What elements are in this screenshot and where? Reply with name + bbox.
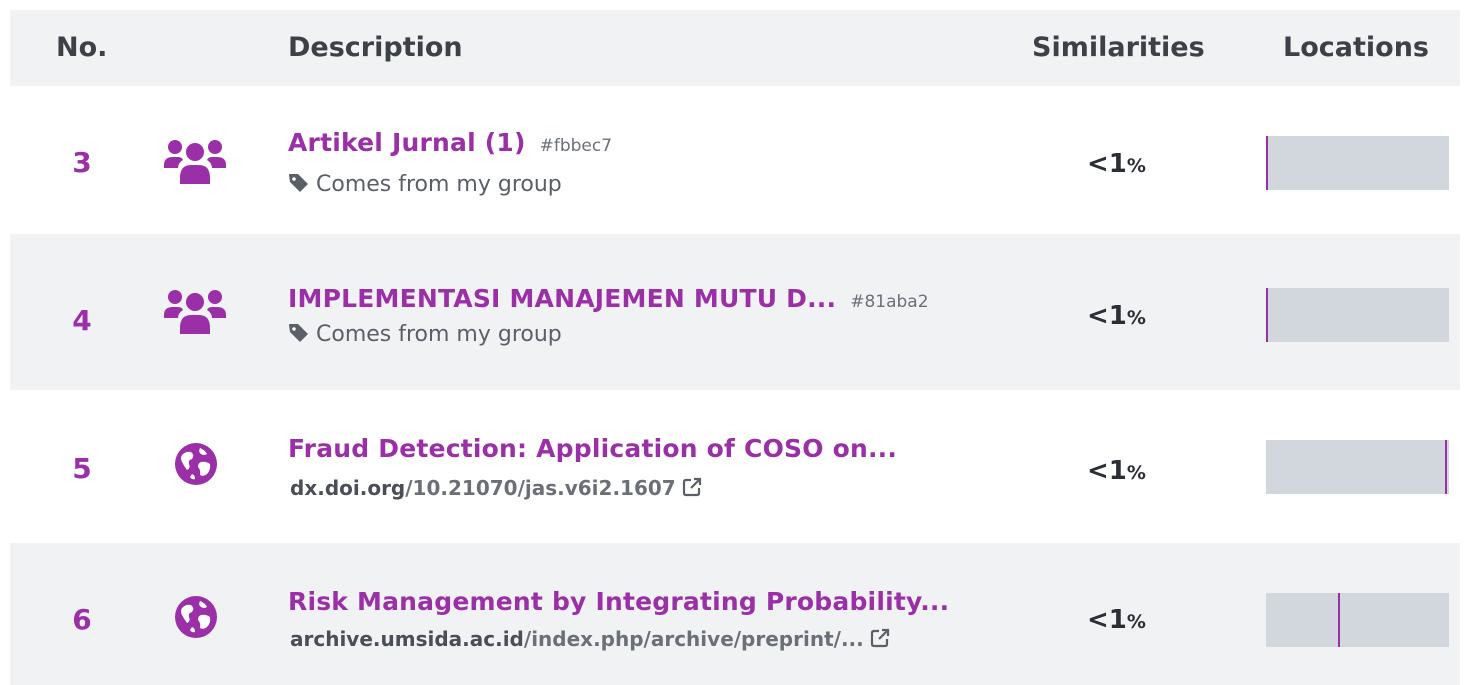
source-number: 6 — [72, 603, 92, 636]
source-number: 3 — [72, 146, 92, 179]
source-origin-label: Comes from my group — [316, 172, 562, 197]
location-marker — [1445, 440, 1447, 494]
globe-icon — [175, 443, 217, 485]
location-bar[interactable] — [1266, 288, 1449, 342]
header-description: Description — [288, 32, 463, 63]
similarity-number: <1 — [1087, 456, 1127, 486]
header-locations: Locations — [1283, 32, 1429, 63]
url-path: /10.21070/jas.v6i2.1607 — [405, 476, 676, 500]
source-title[interactable]: Risk Management by Integrating Probabili… — [288, 587, 949, 616]
table-row[interactable]: 4 IMPLEMENTASI MANAJEMEN MUTU D... #81aba… — [10, 234, 1460, 390]
table-row[interactable]: 3 Artikel Jurnal (1) #fbbec7 Comes from m… — [10, 86, 1460, 242]
tag-icon — [289, 174, 308, 192]
url-host: dx.doi.org — [290, 476, 406, 500]
percent-sign: % — [1126, 155, 1146, 177]
source-title-line: IMPLEMENTASI MANAJEMEN MUTU D... #81aba2 — [288, 284, 929, 313]
header-no: No. — [56, 32, 108, 63]
location-marker — [1266, 288, 1268, 342]
globe-icon — [175, 596, 217, 638]
source-title-line: Risk Management by Integrating Probabili… — [288, 587, 949, 616]
percent-sign: % — [1126, 611, 1146, 633]
location-marker — [1266, 136, 1268, 190]
similarity-value: <1% — [1087, 456, 1146, 486]
source-number: 5 — [72, 452, 92, 485]
location-bar[interactable] — [1266, 593, 1449, 647]
location-bar[interactable] — [1266, 440, 1449, 494]
percent-sign: % — [1126, 307, 1146, 329]
source-title[interactable]: IMPLEMENTASI MANAJEMEN MUTU D... — [288, 284, 836, 313]
header-similarities: Similarities — [1032, 32, 1205, 63]
url-host: archive.umsida.ac.id — [290, 627, 524, 651]
similarity-number: <1 — [1087, 301, 1127, 331]
tag-icon — [289, 324, 308, 342]
source-hash: #81aba2 — [850, 292, 929, 312]
source-title[interactable]: Fraud Detection: Application of COSO on.… — [288, 434, 897, 463]
similarity-value: <1% — [1087, 301, 1146, 331]
source-origin: Comes from my group — [288, 172, 562, 197]
table-row[interactable]: 6 Risk Management by Integrating Probabi… — [10, 543, 1460, 685]
location-marker — [1338, 593, 1340, 647]
source-title[interactable]: Artikel Jurnal (1) — [288, 128, 526, 157]
source-title-line: Artikel Jurnal (1) #fbbec7 — [288, 128, 612, 157]
source-number: 4 — [72, 304, 92, 337]
source-origin: Comes from my group — [288, 322, 562, 347]
source-title-line: Fraud Detection: Application of COSO on.… — [288, 434, 897, 463]
similarity-value: <1% — [1087, 605, 1146, 635]
external-link-icon[interactable] — [682, 477, 702, 497]
location-bar[interactable] — [1266, 136, 1449, 190]
similarity-value: <1% — [1087, 149, 1146, 179]
group-icon — [164, 140, 226, 184]
table-header: No. Description Similarities Locations — [10, 10, 1460, 86]
similarity-sources-table: No. Description Similarities Locations 3… — [0, 0, 1470, 685]
table-row[interactable]: 5 Fraud Detection: Application of COSO o… — [10, 390, 1460, 546]
source-url[interactable]: dx.doi.org/10.21070/jas.v6i2.1607 — [290, 476, 702, 500]
url-path: /index.php/archive/preprint/... — [523, 627, 864, 651]
similarity-number: <1 — [1087, 149, 1127, 179]
source-hash: #fbbec7 — [539, 136, 613, 156]
source-url[interactable]: archive.umsida.ac.id/index.php/archive/p… — [290, 627, 890, 651]
percent-sign: % — [1126, 462, 1146, 484]
similarity-number: <1 — [1087, 605, 1127, 635]
source-origin-label: Comes from my group — [316, 322, 562, 347]
group-icon — [164, 290, 226, 334]
external-link-icon[interactable] — [870, 628, 890, 648]
